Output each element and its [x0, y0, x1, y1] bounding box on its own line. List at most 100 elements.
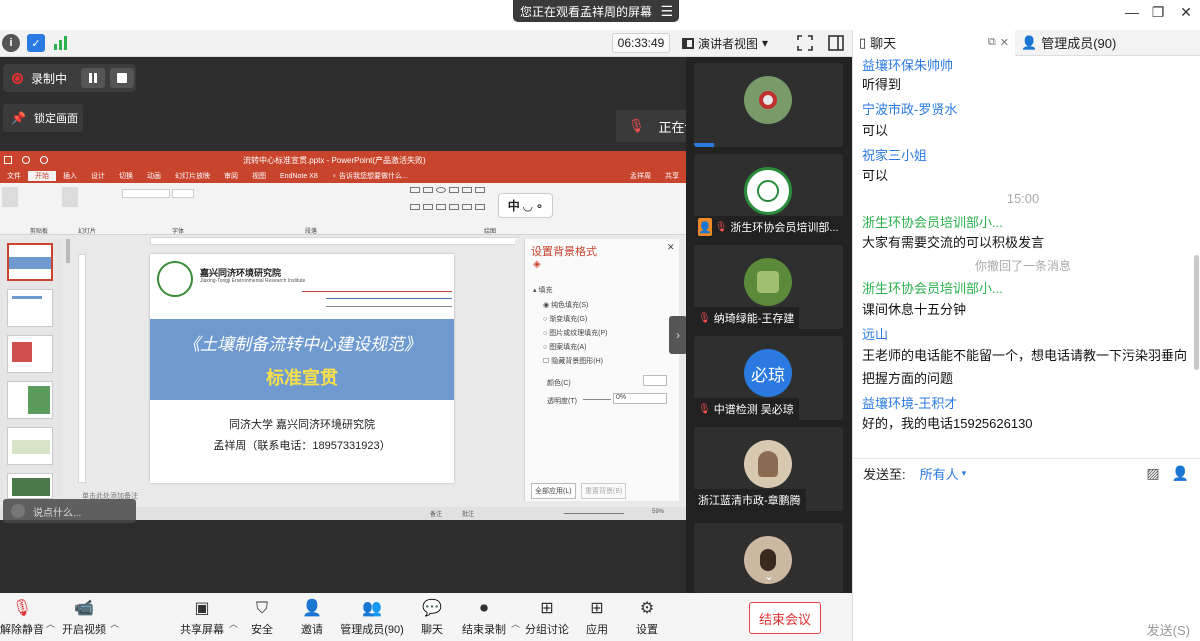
apply-all-button[interactable]: 全部应用(L): [531, 483, 576, 499]
transparency-input[interactable]: 0%: [613, 393, 667, 404]
start-video-button[interactable]: 📹 开启视频: [60, 593, 108, 641]
signal-icon[interactable]: [53, 36, 69, 50]
send-button[interactable]: 发送(S): [1147, 620, 1190, 639]
speaker-view-button[interactable]: 演讲者视图 ▾: [682, 33, 790, 53]
chat-input[interactable]: [859, 490, 1193, 630]
ppt-tab[interactable]: EndNote X8: [273, 173, 325, 180]
font-name-select[interactable]: [122, 189, 170, 198]
new-slide-icon[interactable]: [62, 187, 78, 207]
pane-section[interactable]: ▴ 填充: [533, 285, 552, 295]
chevron-up-icon[interactable]: ︿: [46, 617, 55, 630]
ppt-share[interactable]: 共享: [658, 171, 686, 181]
participant-tile[interactable]: 🎙 纳琦绿能-王存建: [694, 245, 843, 329]
participant-tile[interactable]: [694, 63, 843, 147]
ppt-tab[interactable]: 切换: [112, 171, 140, 181]
ppt-tab[interactable]: 动画: [140, 171, 168, 181]
slide-thumbnail[interactable]: [7, 427, 53, 465]
reset-background-button[interactable]: 重置背景(B): [581, 483, 627, 499]
send-to-select[interactable]: 所有人: [920, 464, 959, 483]
participant-tile[interactable]: 浙江蓝清市政-章鹏腾: [694, 427, 843, 511]
slide-thumbnail[interactable]: [7, 381, 53, 419]
shape-gallery[interactable]: [410, 187, 496, 217]
chat-button[interactable]: 💬 聊天: [418, 593, 446, 641]
comment-input-hint[interactable]: 说点什么...: [3, 499, 136, 523]
info-icon[interactable]: i: [2, 34, 20, 52]
collapse-panel-button[interactable]: ›: [669, 316, 687, 354]
chat-sender[interactable]: 远山: [862, 324, 888, 343]
ppt-tab[interactable]: 审阅: [217, 171, 245, 181]
ppt-quick-access[interactable]: [4, 156, 48, 164]
ppt-tab[interactable]: 文件: [0, 171, 28, 181]
chat-sender[interactable]: 浙生环协会员培训部小...: [862, 278, 1003, 297]
minimize-button[interactable]: —: [1121, 4, 1143, 20]
fullscreen-icon[interactable]: [796, 34, 814, 52]
ppt-tab[interactable]: 视图: [245, 171, 273, 181]
ppt-tab[interactable]: 设计: [84, 171, 112, 181]
chevron-up-icon[interactable]: ︿: [110, 617, 119, 630]
notes-button[interactable]: 备注: [430, 509, 442, 518]
apps-button[interactable]: ⊞ 应用: [584, 593, 610, 641]
fill-option-solid[interactable]: ◉ 纯色填充(S): [543, 300, 588, 310]
tab-members[interactable]: 👤 管理成员(90): [1015, 30, 1122, 56]
chat-scrollbar[interactable]: [1194, 255, 1199, 370]
ppt-tab[interactable]: 幻灯片放映: [168, 171, 217, 181]
participant-tile[interactable]: 👤 🎙 浙生环协会员培训部...: [694, 154, 843, 238]
paint-bucket-icon[interactable]: ◈: [533, 259, 541, 270]
security-button[interactable]: ⛉ 安全: [248, 593, 276, 641]
chevron-up-icon[interactable]: ︿: [229, 617, 238, 630]
paste-icon[interactable]: [2, 187, 18, 207]
participant-tile[interactable]: 必琼 🎙 中谱检测 吴必琼: [694, 336, 843, 420]
floating-ime-control[interactable]: 中 ◡ ∘: [498, 193, 553, 218]
pause-record-button[interactable]: [81, 68, 106, 88]
unmute-button[interactable]: 🎙 解除静音: [0, 593, 44, 641]
share-screen-button[interactable]: ▣ 共享屏幕: [178, 593, 226, 641]
chat-sender[interactable]: 浙生环协会员培训部小...: [862, 212, 1003, 231]
chat-sender[interactable]: 祝家三小姐: [862, 145, 927, 164]
close-icon[interactable]: ✕: [667, 242, 675, 253]
chat-sender[interactable]: 益壤环保朱帅帅: [862, 56, 953, 74]
end-recording-button[interactable]: ⏺ 结束录制: [460, 593, 508, 641]
lock-screen-button[interactable]: 📌 锁定画面: [3, 104, 83, 132]
image-icon[interactable]: ▨: [1146, 465, 1159, 482]
breakout-rooms-button[interactable]: ⊞ 分组讨论: [524, 593, 570, 641]
settings-button[interactable]: ⚙ 设置: [634, 593, 660, 641]
slide-canvas[interactable]: 嘉兴同济环境研究院 Jiaxing-Tongji Environmental R…: [150, 254, 454, 483]
end-meeting-button[interactable]: 结束会议: [749, 602, 821, 634]
chevron-up-icon[interactable]: ︿: [511, 617, 520, 630]
chat-sender[interactable]: 宁波市政-罗贤水: [862, 99, 957, 118]
chat-sender[interactable]: 益壤环境-王积才: [862, 393, 957, 412]
zoom-slider[interactable]: [564, 513, 624, 514]
manage-members-button[interactable]: 👥 管理成员(90): [340, 593, 404, 641]
hide-bg-checkbox[interactable]: ☐ 隐藏背景图形(H): [543, 356, 603, 366]
sidebar-toggle-icon[interactable]: [828, 34, 844, 52]
participant-tile[interactable]: ⌄: [694, 523, 843, 593]
color-picker[interactable]: [643, 375, 667, 386]
ppt-tab-active[interactable]: 开始: [28, 171, 56, 181]
comments-button[interactable]: 批注: [462, 509, 474, 518]
ppt-tell-me[interactable]: ♀ 告诉我您想要做什么...: [325, 171, 415, 181]
slide-thumbnail[interactable]: [7, 473, 53, 499]
close-button[interactable]: ✕: [1175, 4, 1197, 21]
ppt-user[interactable]: 孟祥周: [623, 171, 658, 181]
invite-button[interactable]: 👤 邀请: [298, 593, 326, 641]
fill-option-pattern[interactable]: ○ 图案填充(A): [543, 342, 587, 352]
slide-thumbnail[interactable]: [7, 335, 53, 373]
thumb-scrollbar[interactable]: [66, 239, 70, 263]
slide-scrollbar[interactable]: [515, 239, 522, 501]
menu-icon[interactable]: ☰: [660, 3, 673, 20]
tab-chat[interactable]: ▯ 聊天 ⧉ ✕: [853, 29, 1015, 56]
popout-icon[interactable]: ⧉: [988, 36, 996, 49]
close-icon[interactable]: ✕: [1000, 36, 1009, 49]
fill-option-picture[interactable]: ○ 图片或纹理填充(P): [543, 328, 608, 338]
fill-option-gradient[interactable]: ○ 渐变填充(G): [543, 314, 587, 324]
slide-thumbnail[interactable]: [7, 289, 53, 327]
chevron-down-icon[interactable]: ▾: [962, 468, 967, 479]
slide-thumbnail[interactable]: [7, 243, 53, 281]
restore-button[interactable]: ❐: [1147, 4, 1169, 21]
mention-icon[interactable]: 👤: [1172, 465, 1189, 482]
transparency-slider[interactable]: [583, 399, 611, 400]
chevron-down-icon[interactable]: ⌄: [764, 569, 774, 583]
font-size-select[interactable]: [172, 189, 194, 198]
shield-icon[interactable]: ✓: [27, 34, 45, 52]
stop-record-button[interactable]: [110, 68, 135, 88]
